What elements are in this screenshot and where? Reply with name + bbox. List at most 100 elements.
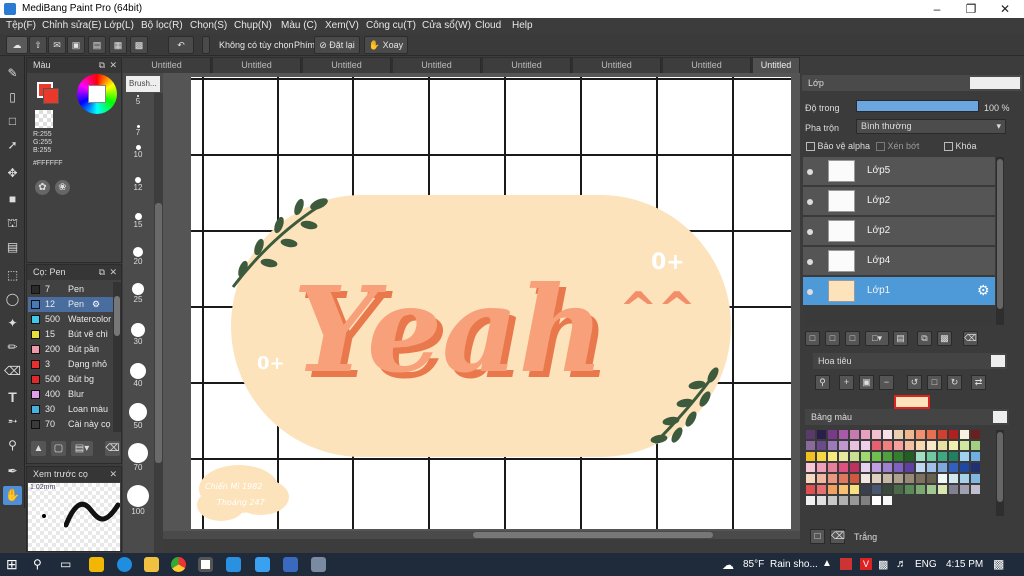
palette-swatch[interactable]	[883, 430, 892, 439]
palette-swatch[interactable]	[938, 441, 947, 450]
palette-swatch[interactable]	[960, 452, 969, 461]
palette-icon[interactable]: ✿	[35, 180, 50, 195]
menu-filter[interactable]: Bộ lọc(R)	[141, 20, 183, 31]
palette-swatch[interactable]	[828, 496, 837, 505]
language-indicator[interactable]: ENG	[915, 559, 937, 570]
delete-layer-icon[interactable]: ⌫	[963, 331, 978, 346]
chrome-icon[interactable]	[171, 557, 186, 572]
tab-untitled-5[interactable]: Untitled	[483, 58, 571, 73]
palette-swatch[interactable]	[872, 441, 881, 450]
maximize-button[interactable]: ❐	[954, 0, 988, 18]
gear-icon[interactable]: ⚙	[92, 297, 100, 312]
size-10[interactable]: 10	[123, 145, 153, 159]
brush-item[interactable]: 70 Cài này cọ	[28, 417, 114, 432]
palette-swatch[interactable]	[828, 463, 837, 472]
palette-swatch[interactable]	[850, 474, 859, 483]
palette-swatch[interactable]	[806, 474, 815, 483]
palette-swatch[interactable]	[938, 452, 947, 461]
weather-text[interactable]: Rain sho...	[770, 559, 818, 570]
close-icon[interactable]: ✕	[109, 265, 117, 280]
lasso-tool-icon[interactable]: ◯	[3, 290, 22, 309]
palette-swatch[interactable]	[927, 474, 936, 483]
brush-size-scrollbar[interactable]	[154, 93, 163, 553]
gradient-tool-icon[interactable]: ▤	[3, 238, 22, 257]
new-8bit-layer-icon[interactable]: □	[845, 331, 860, 346]
size-70[interactable]: 70	[123, 443, 153, 472]
palette-swatch[interactable]	[817, 485, 826, 494]
palette-swatch[interactable]	[861, 441, 870, 450]
notification-icon[interactable]: ▩	[993, 557, 1004, 571]
navigator-thumbnail[interactable]	[894, 395, 930, 409]
palette-swatch[interactable]	[905, 474, 914, 483]
layer-row[interactable]: Lớp4	[803, 247, 995, 276]
opacity-slider[interactable]	[856, 100, 979, 112]
brush-item[interactable]: 3 Dạng nhỏ	[28, 357, 114, 372]
menu-cloud[interactable]: Cloud	[475, 20, 501, 31]
palette-swatch[interactable]	[894, 485, 903, 494]
palette-swatch[interactable]	[949, 430, 958, 439]
brush-list-scrollbar[interactable]	[113, 282, 121, 432]
palette-swatch[interactable]	[872, 474, 881, 483]
palette-swatch[interactable]	[971, 463, 980, 472]
merge-layer-icon[interactable]: ▩	[937, 331, 952, 346]
palette-swatch[interactable]	[817, 441, 826, 450]
menu-tools[interactable]: Công cụ(T)	[366, 20, 416, 31]
operation-tool-icon[interactable]: ➵	[3, 412, 22, 431]
tab-untitled-1[interactable]: Untitled	[123, 58, 211, 73]
menu-file[interactable]: Tệp(F)	[6, 20, 36, 31]
tray-v-icon[interactable]: V	[860, 558, 872, 570]
layer-row[interactable]: Lớp2	[803, 187, 995, 216]
tiles-icon[interactable]: ▩	[130, 36, 148, 54]
add-brush-icon[interactable]: ▲	[31, 441, 46, 456]
search-icon[interactable]: ⚲	[33, 557, 48, 572]
visibility-icon[interactable]	[807, 259, 813, 265]
page-icon[interactable]: ▤	[88, 36, 106, 54]
color-square[interactable]	[88, 85, 106, 103]
brush-item[interactable]: 30 Loan màu	[28, 402, 114, 417]
comment-icon[interactable]: ✉	[48, 36, 66, 54]
gear-icon[interactable]: ⚙	[977, 282, 990, 299]
photos-icon[interactable]	[283, 557, 298, 572]
palette-swatch[interactable]	[960, 430, 969, 439]
brush-tool-icon[interactable]: ✎	[3, 64, 22, 83]
brush-item[interactable]: 15 Bút vẽ chì	[28, 327, 114, 342]
layer-row[interactable]: Lớp5	[803, 157, 995, 186]
close-icon[interactable]: ✕	[109, 58, 117, 73]
size-100[interactable]: 100	[123, 485, 153, 516]
cloud-icon[interactable]: ☁	[6, 36, 28, 54]
palette-swatch[interactable]	[894, 441, 903, 450]
palette-swatch[interactable]	[850, 496, 859, 505]
volume-icon[interactable]: ♬	[896, 558, 907, 570]
popout-icon[interactable]: ⧉	[99, 265, 105, 280]
new-halftone-layer-icon[interactable]: □	[825, 331, 840, 346]
palette-swatch[interactable]	[839, 496, 848, 505]
grid-icon[interactable]: ▦	[109, 36, 127, 54]
tab-untitled-2[interactable]: Untitled	[213, 58, 301, 73]
palette-swatch[interactable]	[861, 474, 870, 483]
palette-swatch[interactable]	[916, 485, 925, 494]
select-tool-icon[interactable]: ⬚	[3, 266, 22, 285]
size-15[interactable]: 15	[123, 213, 153, 229]
palette-swatch[interactable]	[916, 441, 925, 450]
palette-swatch[interactable]	[949, 452, 958, 461]
palette-swatch[interactable]	[850, 485, 859, 494]
zoom-in-icon[interactable]: +	[839, 375, 854, 390]
pen-tool-icon[interactable]: ✒	[3, 462, 22, 481]
size-50[interactable]: 50	[123, 403, 153, 430]
palette-swatch[interactable]	[861, 463, 870, 472]
palette-swatch[interactable]	[817, 430, 826, 439]
palette-swatch[interactable]	[960, 474, 969, 483]
palette-swatch[interactable]	[839, 463, 848, 472]
drawing-canvas[interactable]: Yeah Yeah ^^ 0+ 0+ Chiến Mì 1982 Thoảng …	[191, 77, 791, 529]
palette-swatch[interactable]	[927, 441, 936, 450]
palette-swatch[interactable]	[938, 474, 947, 483]
palette-swatch[interactable]	[916, 452, 925, 461]
palette-swatch[interactable]	[839, 474, 848, 483]
move-tool-icon[interactable]: ✥	[3, 164, 22, 183]
reset-button[interactable]: ⊘ Đặt lại	[314, 36, 360, 54]
film-icon[interactable]: ▣	[67, 36, 85, 54]
palette-swatch[interactable]	[883, 441, 892, 450]
palette-swatch[interactable]	[971, 430, 980, 439]
brush-item[interactable]: 400 Blur	[28, 387, 114, 402]
rotate-left-icon[interactable]: ↺	[907, 375, 922, 390]
